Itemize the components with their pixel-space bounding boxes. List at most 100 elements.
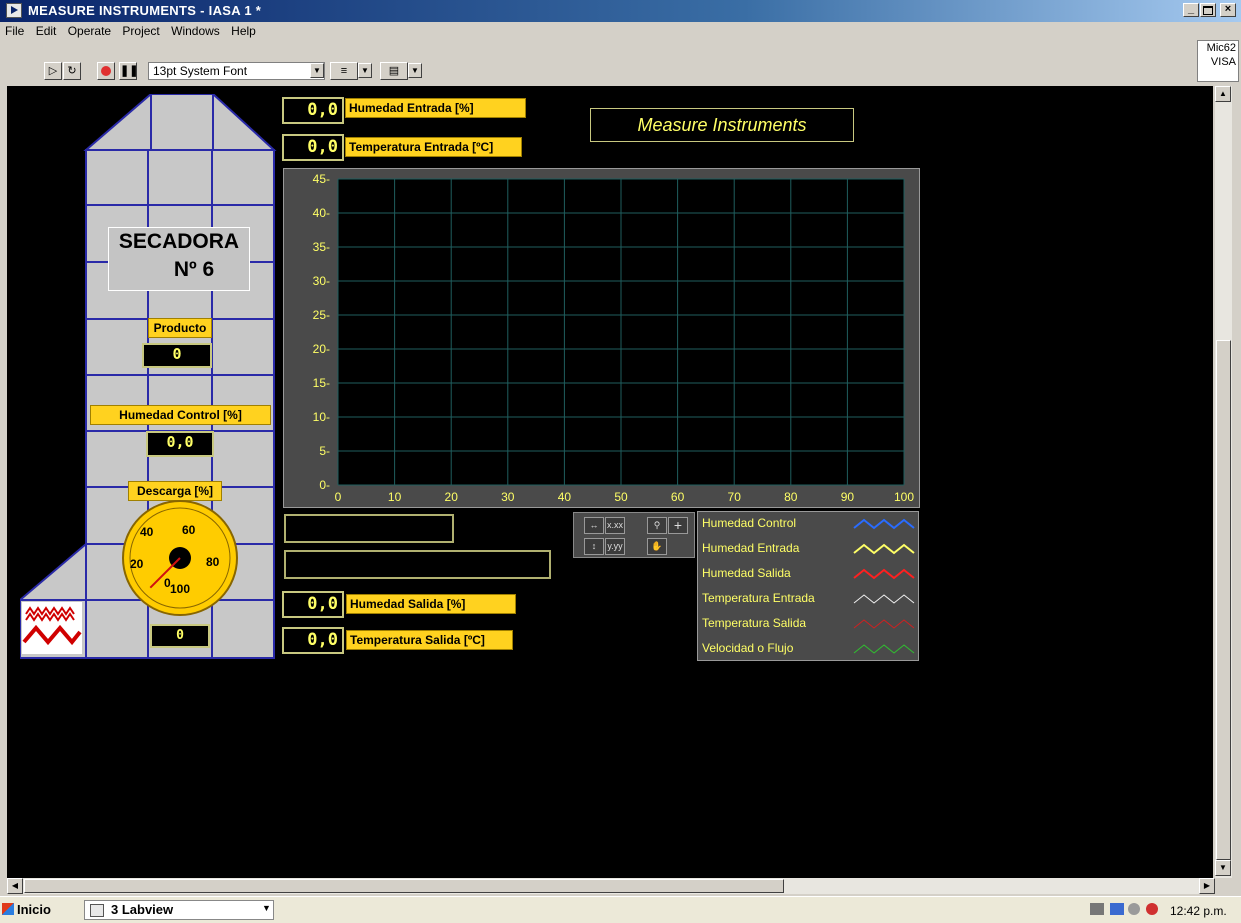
legend-label: Temperatura Salida [702, 616, 807, 630]
menu-file[interactable]: File [2, 22, 27, 40]
scroll-left-button[interactable]: ◀ [7, 878, 23, 894]
context-help-line-1: Mic62 [1206, 42, 1236, 54]
temperatura-entrada-indicator[interactable]: 0,0 [282, 134, 344, 161]
y-tick-label: 45- [313, 172, 330, 186]
cursor-crosshair-icon[interactable]: + [668, 517, 688, 534]
string-indicator-2[interactable] [284, 550, 551, 579]
windows-flag-icon [2, 903, 14, 915]
scroll-up-button[interactable]: ▲ [1215, 86, 1231, 102]
x-tick-label: 50 [614, 490, 628, 504]
abort-button[interactable] [97, 62, 115, 80]
menu-bar: File Edit Operate Project Windows Help [0, 22, 1195, 40]
legend-label: Humedad Salida [702, 566, 791, 580]
y-tick-label: 25- [313, 308, 330, 322]
legend-label: Velocidad o Flujo [702, 641, 794, 655]
y-tick-label: 0- [319, 478, 330, 492]
legend-swatch [853, 518, 915, 530]
humedad-control-label: Humedad Control [%] [90, 405, 271, 425]
temperatura-salida-label: Temperatura Salida [ºC] [346, 630, 513, 650]
chevron-down-icon[interactable]: ▼ [262, 903, 271, 913]
start-label: Inicio [17, 902, 51, 917]
start-button[interactable]: Inicio [2, 900, 64, 920]
x-tick-label: 100 [894, 490, 914, 504]
humedad-entrada-indicator[interactable]: 0,0 [282, 97, 344, 124]
descarga-gauge[interactable]: 0 20 40 60 80 100 [120, 498, 240, 616]
humedad-control-indicator[interactable]: 0,0 [146, 431, 214, 457]
legend-swatch [853, 594, 915, 604]
temperatura-salida-indicator[interactable]: 0,0 [282, 627, 344, 654]
x-tick-label: 90 [841, 490, 855, 504]
distribute-objects-button[interactable]: ▤ [380, 62, 408, 80]
y-format-button[interactable]: y.yy [605, 538, 625, 555]
run-button[interactable]: ▷ [44, 62, 62, 80]
pan-hand-icon[interactable]: ✋ [647, 538, 667, 555]
close-button[interactable]: × [1220, 3, 1236, 17]
volume-tray-icon[interactable] [1128, 903, 1140, 915]
run-continuously-button[interactable]: ↻ [63, 62, 81, 80]
y-tick-label: 10- [313, 410, 330, 424]
zoom-icon[interactable]: ⚲ [647, 517, 667, 534]
menu-help[interactable]: Help [228, 22, 259, 40]
pause-button[interactable]: ❚❚ [119, 62, 138, 80]
x-tick-label: 70 [728, 490, 742, 504]
labview-app-icon[interactable] [6, 3, 22, 18]
context-help-line-2: VISA [1210, 56, 1236, 68]
menu-edit[interactable]: Edit [33, 22, 60, 40]
maximize-button[interactable] [1200, 3, 1216, 17]
horizontal-scroll-thumb[interactable] [24, 879, 784, 893]
taskbar-clock: 12:42 p.m. [1170, 904, 1227, 918]
dryer-roof [83, 94, 277, 151]
producto-indicator[interactable]: 0 [142, 343, 212, 368]
menu-operate[interactable]: Operate [65, 22, 114, 40]
printer-tray-icon[interactable] [1090, 903, 1104, 915]
legend-swatch [853, 543, 915, 555]
x-tick-label: 30 [501, 490, 515, 504]
align-objects-button[interactable]: ≡ [330, 62, 358, 80]
y-tick-label: 20- [313, 342, 330, 356]
x-tick-label: 60 [671, 490, 685, 504]
y-tick-label: 15- [313, 376, 330, 390]
producto-label: Producto [148, 318, 212, 338]
gauge-tick-label: 20 [130, 557, 144, 571]
context-help-box[interactable]: Mic62 VISA [1197, 40, 1239, 82]
legend-swatch [853, 568, 915, 580]
network-tray-icon[interactable] [1110, 903, 1124, 915]
scroll-down-button[interactable]: ▼ [1215, 860, 1231, 876]
x-format-button[interactable]: x.xx [605, 517, 625, 534]
waveform-chart[interactable]: 0 10 20 30 40 50 60 70 80 90 100 0- 5- 10- 15- 20- 25- 30… [283, 168, 920, 508]
font-select[interactable]: 13pt System Font [148, 62, 325, 80]
menu-project[interactable]: Project [119, 22, 162, 40]
legend-swatch [853, 644, 915, 654]
descarga-indicator[interactable]: 0 [150, 624, 210, 648]
y-autoscale-button[interactable]: ↕ [584, 538, 604, 555]
scroll-right-button[interactable]: ▶ [1199, 878, 1215, 894]
taskbar-item-labview[interactable]: 3 Labview [84, 900, 274, 920]
security-tray-icon[interactable] [1146, 903, 1158, 915]
chevron-down-icon[interactable]: ▼ [408, 63, 422, 78]
dryer-name-box: SECADORA Nº 6 [108, 227, 250, 291]
dryer-name: SECADORA [118, 230, 240, 253]
plot-legend[interactable]: Humedad Control Humedad Entrada Humedad … [697, 511, 919, 661]
x-tick-label: 10 [388, 490, 402, 504]
legend-label: Temperatura Entrada [702, 591, 815, 605]
gauge-tick-label: 40 [140, 525, 154, 539]
x-tick-label: 80 [784, 490, 798, 504]
window-title: MEASURE INSTRUMENTS - IASA 1 * [28, 3, 262, 18]
y-tick-label: 35- [313, 240, 330, 254]
chevron-down-icon[interactable]: ▼ [358, 63, 372, 78]
y-tick-label: 30- [313, 274, 330, 288]
y-tick-label: 40- [313, 206, 330, 220]
minimize-button[interactable]: _ [1183, 3, 1199, 17]
humedad-salida-indicator[interactable]: 0,0 [282, 591, 344, 618]
x-tick-label: 40 [558, 490, 572, 504]
gauge-tick-label: 100 [170, 582, 190, 596]
x-autoscale-button[interactable]: ↔ [584, 517, 604, 534]
vertical-scroll-thumb[interactable] [1216, 340, 1231, 860]
temperatura-entrada-label: Temperatura Entrada [ºC] [345, 137, 522, 157]
gauge-tick-label: 80 [206, 555, 220, 569]
panel-title: Measure Instruments [590, 108, 854, 142]
string-indicator-1[interactable] [284, 514, 454, 543]
chart-plot: 0 10 20 30 40 50 60 70 80 90 100 0- 5- 10- 15- 20- 25- 30… [313, 172, 915, 504]
menu-windows[interactable]: Windows [168, 22, 223, 40]
chevron-down-icon[interactable]: ▼ [310, 63, 324, 78]
